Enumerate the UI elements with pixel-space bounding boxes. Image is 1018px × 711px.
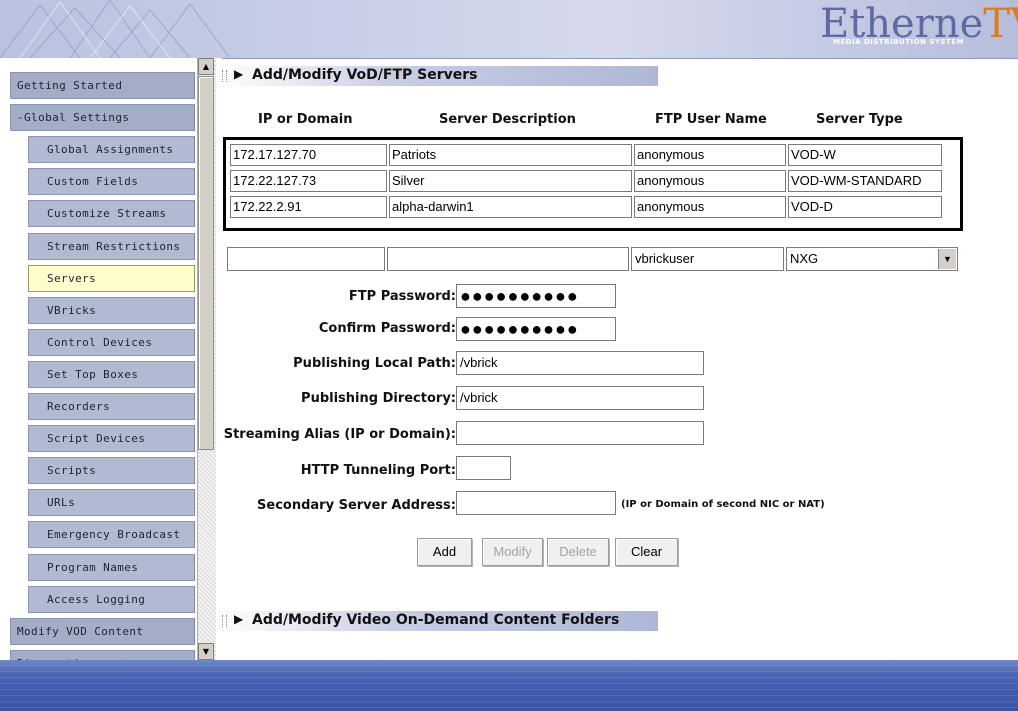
table-cell-ip[interactable]: 172.22.2.91: [230, 196, 387, 218]
sidebar-item-urls[interactable]: URLs: [28, 489, 195, 516]
section-header-content-folders[interactable]: ▶ Add/Modify Video On-Demand Content Fol…: [218, 611, 658, 631]
server-type-value: NXG: [790, 251, 819, 266]
secondary-server-input[interactable]: [456, 491, 616, 515]
table-cell-ftp-user[interactable]: anonymous: [634, 144, 786, 166]
column-header-ftp-user: FTP User Name: [655, 112, 767, 127]
section-header-vod-ftp-servers[interactable]: ▶ Add/Modify VoD/FTP Servers: [218, 66, 658, 86]
expand-arrow-icon: ▶: [234, 67, 244, 81]
sidebar-item-servers[interactable]: Servers: [28, 265, 195, 292]
sidebar-item-custom-fields[interactable]: Custom Fields: [28, 168, 195, 195]
scroll-up-button[interactable]: ▲: [198, 58, 214, 75]
sidebar-item-emergency-broadcast[interactable]: Emergency Broadcast: [28, 521, 195, 548]
arrow-down-icon: ▼: [202, 647, 210, 656]
modify-button[interactable]: Modify: [482, 538, 543, 566]
ftp-password-label: FTP Password:: [348, 289, 456, 304]
streaming-alias-label: Streaming Alias (IP or Domain):: [223, 427, 456, 442]
table-cell-ip[interactable]: 172.22.127.73: [230, 170, 387, 192]
table-cell-description[interactable]: Silver: [389, 170, 632, 192]
section-title: Add/Modify Video On-Demand Content Folde…: [252, 612, 620, 628]
clear-button[interactable]: Clear: [615, 538, 678, 566]
section-title: Add/Modify VoD/FTP Servers: [252, 67, 478, 83]
column-header-description: Server Description: [439, 112, 576, 127]
streaming-alias-input[interactable]: [456, 421, 704, 445]
banner-decoration: [0, 0, 231, 58]
sidebar-item-script-devices[interactable]: Script Devices: [28, 425, 195, 452]
new-ip-input[interactable]: [227, 247, 385, 271]
secondary-server-label: Secondary Server Address:: [257, 498, 456, 513]
table-cell-server-type[interactable]: VOD-D: [788, 196, 942, 218]
arrow-up-icon: ▲: [202, 62, 210, 71]
sidebar-item-vbricks[interactable]: VBricks: [28, 297, 195, 324]
http-tunneling-port-label: HTTP Tunneling Port:: [300, 463, 456, 478]
server-type-select[interactable]: NXG ▼: [786, 247, 958, 271]
header-banner: EtherneTV MEDIA DISTRIBUTION SYSTEM: [0, 0, 1018, 59]
sidebar-item-program-names[interactable]: Program Names: [28, 554, 195, 581]
table-cell-ftp-user[interactable]: anonymous: [634, 196, 786, 218]
table-cell-description[interactable]: alpha-darwin1: [389, 196, 632, 218]
sidebar-scroll-thumb[interactable]: [198, 76, 214, 450]
local-path-input[interactable]: /vbrick: [456, 351, 704, 375]
new-ftp-user-input[interactable]: vbrickuser: [631, 247, 784, 271]
sidebar-nav: Getting Started -Global Settings Global As…: [0, 58, 222, 660]
secondary-server-hint: (IP or Domain of second NIC or NAT): [621, 499, 825, 510]
column-header-ip: IP or Domain: [258, 112, 353, 127]
sidebar-item-recorders[interactable]: Recorders: [28, 393, 195, 420]
sidebar-item-control-devices[interactable]: Control Devices: [28, 329, 195, 356]
sidebar-item-scripts[interactable]: Scripts: [28, 457, 195, 484]
new-description-input[interactable]: [387, 247, 629, 271]
sidebar-item-set-top-boxes[interactable]: Set Top Boxes: [28, 361, 195, 388]
delete-button[interactable]: Delete: [547, 538, 609, 566]
scroll-down-button[interactable]: ▼: [198, 643, 214, 660]
sidebar-item-modify-vod-content[interactable]: Modify VOD Content: [10, 618, 195, 645]
grip-icon: [222, 615, 227, 627]
ethernetv-logo: EtherneTV MEDIA DISTRIBUTION SYSTEM: [820, 1, 1018, 47]
publishing-directory-input[interactable]: /vbrick: [456, 386, 704, 410]
confirm-password-input[interactable]: ●●●●●●●●●●: [456, 317, 616, 341]
local-path-label: Publishing Local Path:: [293, 356, 456, 371]
expand-arrow-icon: ▶: [234, 612, 244, 626]
sidebar-item-global-settings[interactable]: -Global Settings: [10, 104, 195, 131]
sidebar-item-access-logging[interactable]: Access Logging: [28, 586, 195, 613]
http-tunneling-port-input[interactable]: [456, 456, 511, 480]
table-cell-ftp-user[interactable]: anonymous: [634, 170, 786, 192]
sidebar-item-stream-restrictions[interactable]: Stream Restrictions: [28, 233, 195, 260]
sidebar-item-global-assignments[interactable]: Global Assignments: [28, 136, 195, 163]
table-cell-ip[interactable]: 172.17.127.70: [230, 144, 387, 166]
server-table: 172.17.127.70 Patriots anonymous VOD-W 1…: [223, 137, 963, 231]
sidebar-item-getting-started[interactable]: Getting Started: [10, 72, 195, 99]
ftp-password-input[interactable]: ●●●●●●●●●●: [456, 284, 616, 308]
publishing-directory-label: Publishing Directory:: [301, 391, 456, 406]
table-cell-description[interactable]: Patriots: [389, 144, 632, 166]
footer-stripes: [0, 660, 1018, 711]
column-header-server-type: Server Type: [816, 112, 903, 127]
grip-icon: [222, 70, 227, 82]
add-button[interactable]: Add: [417, 538, 472, 566]
chevron-down-icon[interactable]: ▼: [938, 249, 956, 269]
table-cell-server-type[interactable]: VOD-WM-STANDARD: [788, 170, 942, 192]
confirm-password-label: Confirm Password:: [318, 321, 456, 336]
sidebar-item-diagnostics[interactable]: Diagnostics: [10, 650, 195, 660]
sidebar-item-customize-streams[interactable]: Customize Streams: [28, 200, 195, 227]
table-cell-server-type[interactable]: VOD-W: [788, 144, 942, 166]
